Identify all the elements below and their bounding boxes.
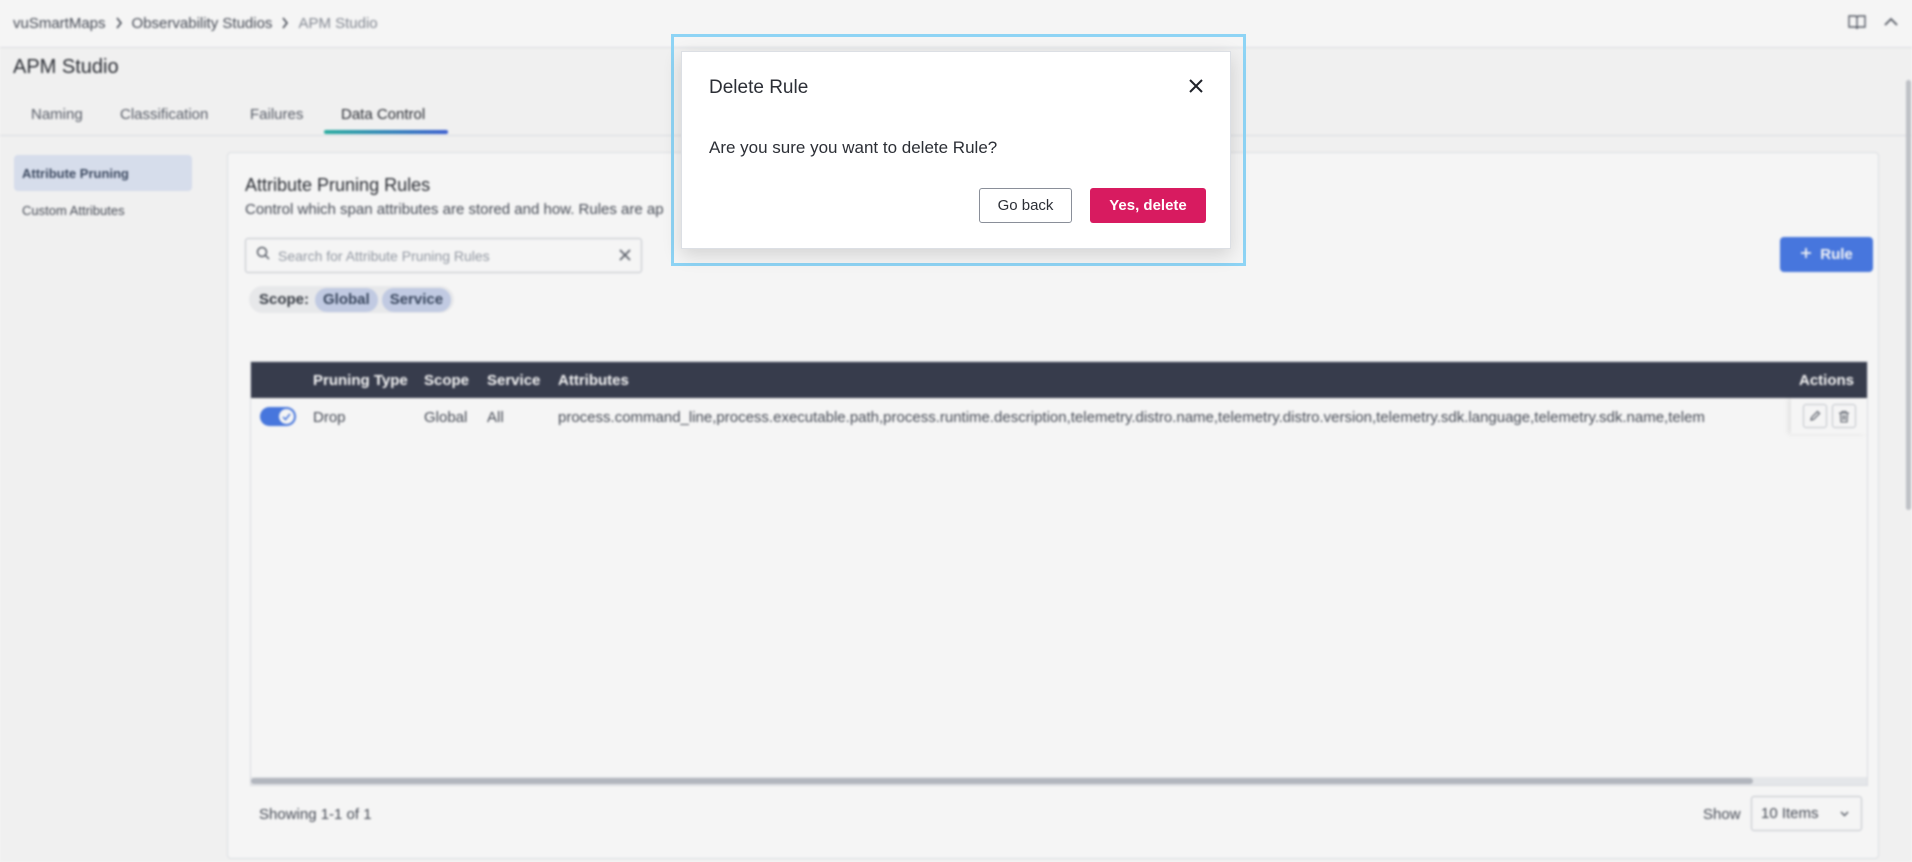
dialog-message: Are you sure you want to delete Rule? [709, 138, 998, 157]
dialog-title: Delete Rule [709, 77, 809, 98]
delete-rule-dialog: Delete Rule Are you sure you want to del… [681, 51, 1231, 249]
confirm-delete-button[interactable]: Yes, delete [1090, 188, 1206, 223]
go-back-button[interactable]: Go back [979, 188, 1072, 223]
close-icon[interactable] [1184, 74, 1208, 98]
